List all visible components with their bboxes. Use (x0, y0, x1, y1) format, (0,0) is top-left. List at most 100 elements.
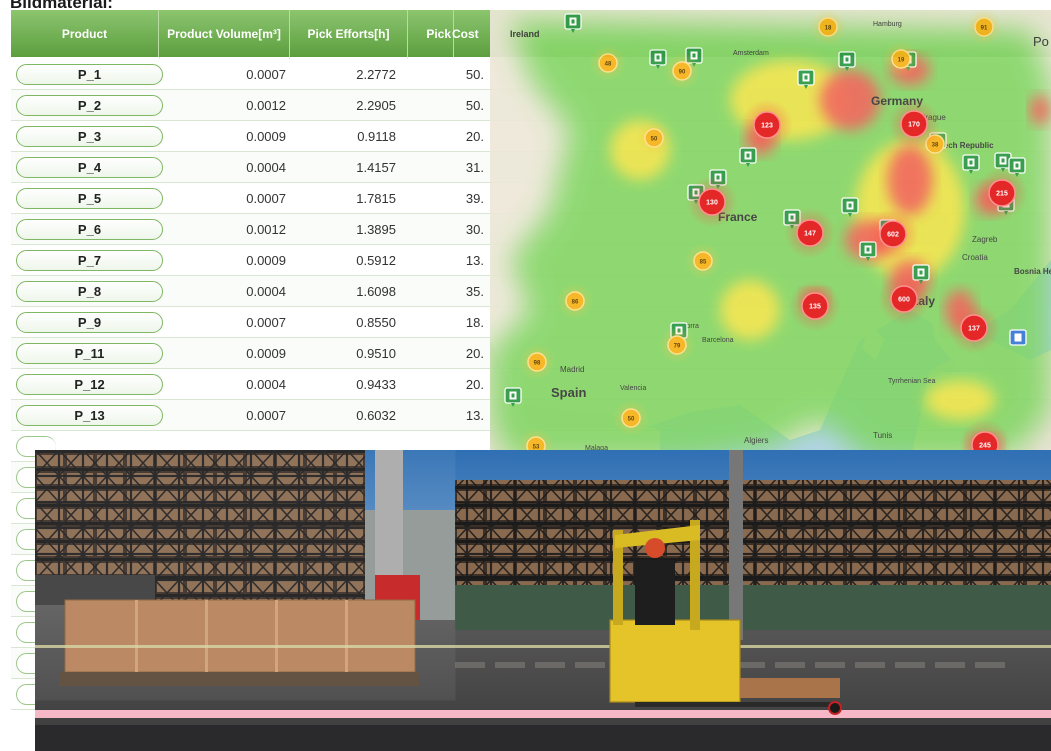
product-volume-cell: 0.0009 (246, 346, 286, 361)
map-label-valencia: Valencia (620, 385, 646, 392)
header-pick-cost[interactable]: Pick (408, 10, 454, 57)
pick-effort-cell: 2.2905 (356, 98, 396, 113)
floor-grid (815, 662, 845, 668)
product-button[interactable]: P_7 (16, 250, 163, 271)
heatmap-overlay[interactable]: IrelandAmsterdamHamburgGermanyPragueCzec… (490, 10, 1051, 462)
product-button[interactable]: P_2 (16, 95, 163, 116)
map-cluster-count: 98 (534, 361, 541, 367)
product-volume-cell: 0.0012 (246, 222, 286, 237)
map-label-po: Po (1033, 34, 1049, 49)
rack-base-right (455, 585, 1051, 630)
pick-cost-cell: 35. (465, 284, 484, 299)
product-button[interactable]: P_12 (16, 374, 163, 395)
europe-heatmap[interactable]: IrelandAmsterdamHamburgGermanyPragueCzec… (490, 10, 1051, 462)
pick-effort-cell: 1.7815 (356, 191, 396, 206)
floor-grid (935, 662, 965, 668)
map-cluster-count: 147 (804, 231, 816, 238)
pick-effort-cell: 2.2772 (356, 67, 396, 82)
pick-cost-cell: 13. (465, 253, 484, 268)
forklift-load (740, 678, 840, 698)
header-cost[interactable]: Cost (452, 10, 492, 57)
pick-effort-cell: 0.8550 (356, 315, 396, 330)
pick-effort-cell: 1.3895 (356, 222, 396, 237)
product-button[interactable]: P_4 (16, 157, 163, 178)
floor-grid (495, 662, 525, 668)
forklift-wheel (828, 701, 842, 715)
map-cluster-count: 18 (825, 26, 832, 32)
product-volume-cell: 0.0009 (246, 253, 286, 268)
map-cluster-count: 50 (651, 137, 658, 143)
pick-cost-cell: 31. (465, 160, 484, 175)
product-button[interactable]: P_5 (16, 188, 163, 209)
map-cluster-count: 38 (932, 143, 939, 149)
map-cluster-count: 50 (628, 417, 635, 423)
pick-effort-cell: 1.4157 (356, 160, 396, 175)
product-volume-cell: 0.0007 (246, 315, 286, 330)
product-volume-cell: 0.0012 (246, 98, 286, 113)
product-button[interactable]: P_8 (16, 281, 163, 302)
floor-grid (895, 662, 925, 668)
map-cluster-count: 79 (674, 344, 681, 350)
floor-grid (855, 662, 885, 668)
forklift-body (609, 619, 741, 703)
header-product[interactable]: Product (11, 10, 159, 57)
product-volume-cell: 0.0004 (246, 284, 286, 299)
product-volume-cell: 0.0009 (246, 129, 286, 144)
pick-cost-cell: 20. (465, 129, 484, 144)
product-button[interactable]: P_9 (16, 312, 163, 333)
map-cluster-count: 123 (761, 123, 773, 130)
pick-effort-cell: 0.9118 (357, 129, 396, 144)
pick-cost-cell: 20. (465, 346, 484, 361)
floor-grid (975, 662, 1005, 668)
product-button[interactable]: P_13 (16, 405, 163, 426)
pick-cost-cell: 39. (465, 191, 484, 206)
floor-stripe (35, 710, 1051, 718)
pick-cost-cell: 18. (465, 315, 484, 330)
map-cluster-count: 600 (898, 297, 910, 304)
map-label-ireland: Ireland (510, 29, 540, 39)
pick-effort-cell: 0.9510 (356, 346, 396, 361)
product-button[interactable]: P_1 (16, 64, 163, 85)
product-volume-cell: 0.0007 (246, 67, 286, 82)
glass-partition (35, 450, 456, 701)
product-volume-cell: 0.0004 (246, 377, 286, 392)
forklift-operator (635, 560, 675, 625)
map-cluster-count: 170 (908, 122, 920, 129)
floor-near (35, 725, 1051, 751)
map-label-madrid: Madrid (560, 365, 584, 374)
product-volume-cell: 0.0007 (246, 408, 286, 423)
product-volume-cell: 0.0004 (246, 160, 286, 175)
pick-cost-cell: 20. (465, 377, 484, 392)
rack-frame-right (455, 480, 1051, 590)
map-label-hamburg: Hamburg (873, 21, 902, 28)
map-label-tunis: Tunis (873, 431, 892, 440)
map-cluster-count: 85 (700, 260, 707, 266)
product-button[interactable]: P_11 (16, 343, 163, 364)
pick-cost-cell: 30. (465, 222, 484, 237)
map-marker-pin-blue (1009, 329, 1027, 346)
map-cluster-count: 48 (605, 62, 612, 68)
header-product-volume[interactable]: Product Volume[m³] (159, 10, 290, 57)
warehouse-3d-view (35, 450, 1051, 751)
map-label-bosnia: Bosnia Herzego (1014, 267, 1051, 276)
pick-cost-cell: 50. (465, 98, 484, 113)
floor-grid (775, 662, 805, 668)
pick-cost-cell: 50. (465, 67, 484, 82)
map-cluster-count: 19 (898, 58, 905, 64)
map-cluster-count: 137 (968, 326, 980, 333)
map-label-tyrrhenian: Tyrrhenian Sea (888, 378, 936, 385)
pick-effort-cell: 0.5912 (356, 253, 396, 268)
forklift-forks (635, 702, 835, 707)
map-cluster-count: 86 (572, 300, 579, 306)
map-cluster-count: 215 (996, 191, 1008, 198)
map-cluster-count: 90 (679, 70, 686, 76)
floor-grid (455, 662, 485, 668)
floor-grid (535, 662, 565, 668)
warehouse-scene (35, 450, 1051, 751)
map-cluster-count: 602 (887, 232, 899, 239)
header-pick-efforts[interactable]: Pick Efforts[h] (290, 10, 408, 57)
product-button[interactable]: P_3 (16, 126, 163, 147)
map-label-spain: Spain (551, 385, 586, 400)
pick-effort-cell: 1.6098 (356, 284, 396, 299)
product-button[interactable]: P_6 (16, 219, 163, 240)
